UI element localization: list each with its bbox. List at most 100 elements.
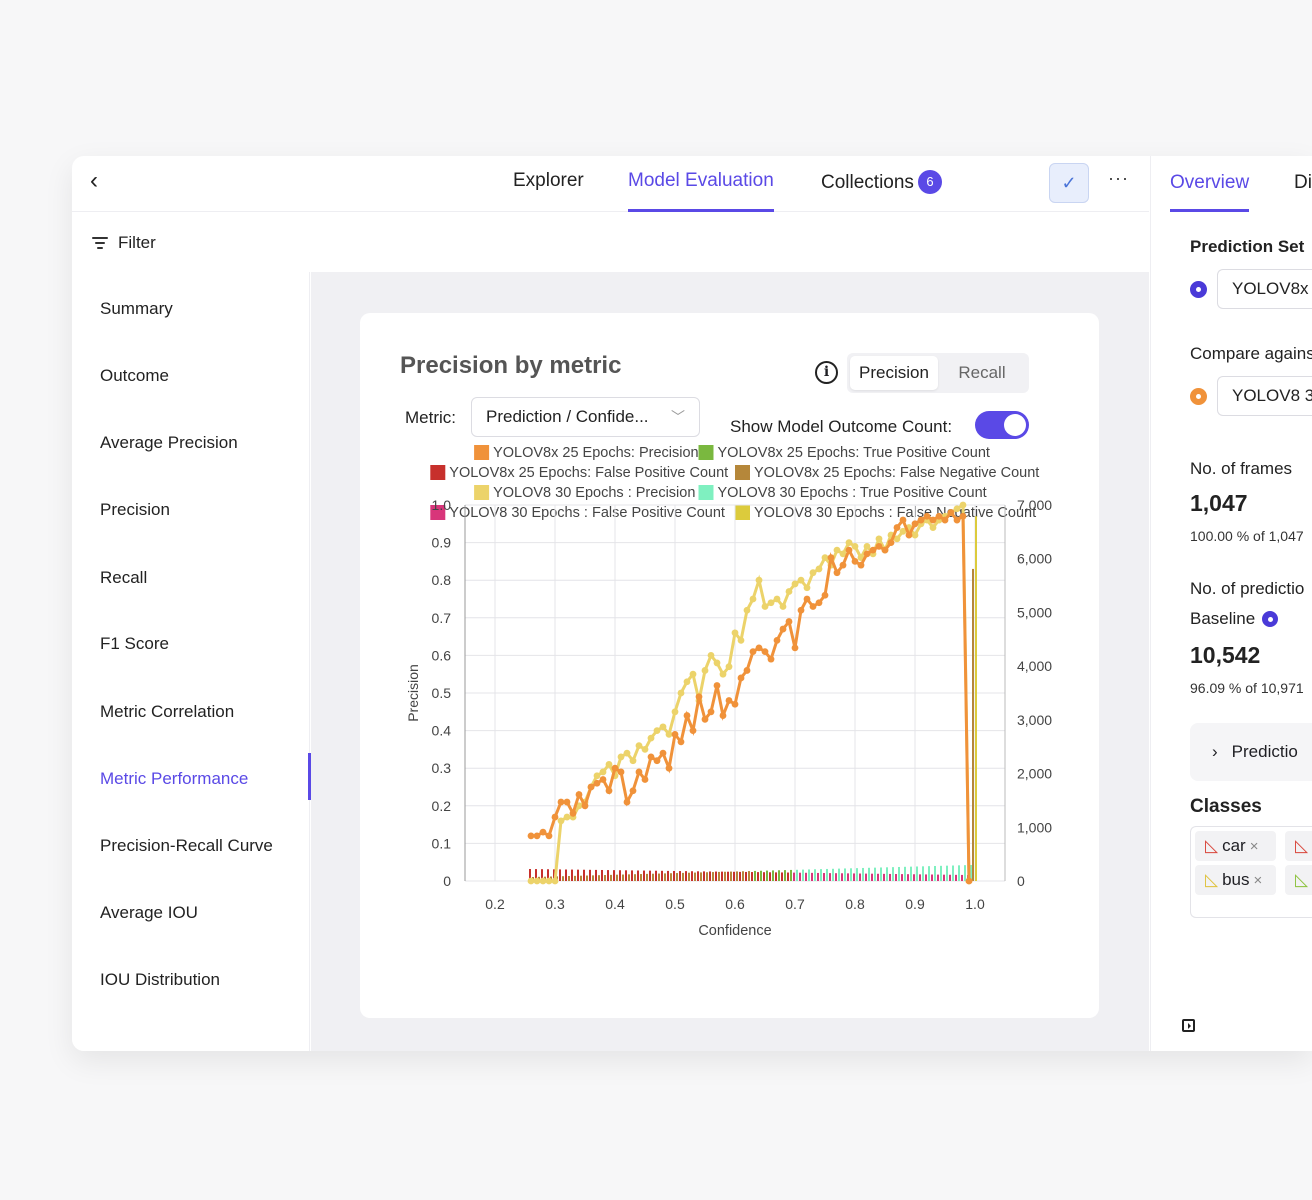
series-point xyxy=(539,828,547,836)
count-bar xyxy=(565,869,567,881)
count-bar xyxy=(682,872,684,881)
count-bar xyxy=(583,869,585,881)
count-bar xyxy=(754,870,756,881)
class-chip-bus[interactable]: ◺ bus × xyxy=(1195,865,1276,895)
checkmark-button[interactable]: ✓ xyxy=(1049,163,1089,203)
prediction-set-radio[interactable] xyxy=(1190,281,1207,298)
close-icon[interactable]: × xyxy=(1250,838,1259,855)
count-bar xyxy=(688,872,690,881)
series-point xyxy=(875,542,883,550)
class-chip-car[interactable]: ◺ car × xyxy=(1195,831,1276,861)
count-bar xyxy=(760,870,762,881)
class-chip[interactable]: ◺ xyxy=(1285,865,1312,895)
count-bar xyxy=(703,871,705,881)
count-bar xyxy=(733,871,735,881)
info-icon[interactable]: i xyxy=(815,361,838,384)
more-options-icon[interactable]: ··· xyxy=(1108,168,1129,189)
collapse-panel-icon[interactable] xyxy=(1182,1019,1195,1032)
series-point xyxy=(593,779,601,787)
sidebar-item-recall[interactable]: Recall xyxy=(100,568,147,588)
segment-recall[interactable]: Recall xyxy=(938,356,1026,390)
series-point xyxy=(707,652,715,659)
count-bar xyxy=(622,874,624,881)
sidebar-item-metric-correlation[interactable]: Metric Correlation xyxy=(100,702,234,722)
tab-model-evaluation[interactable]: Model Evaluation xyxy=(628,170,774,212)
tab-details[interactable]: Di xyxy=(1294,172,1312,194)
back-icon[interactable]: ‹ xyxy=(90,169,114,194)
y-tick-label: 0 xyxy=(443,873,451,889)
class-label: bus xyxy=(1222,870,1250,889)
x-tick-label: 0.3 xyxy=(545,896,565,912)
series-point xyxy=(659,749,667,757)
count-bar xyxy=(892,867,894,881)
baseline-label: Baseline xyxy=(1190,609,1255,629)
metric-select[interactable]: Prediction / Confide... ﹀ xyxy=(471,397,700,437)
series-point xyxy=(947,509,955,516)
prediction-set-select[interactable]: YOLOV8x xyxy=(1217,269,1312,309)
compare-radio[interactable] xyxy=(1190,388,1207,405)
sidebar-item-average-iou[interactable]: Average IOU xyxy=(100,903,198,923)
count-bar xyxy=(718,871,720,881)
frames-label: No. of frames xyxy=(1190,459,1293,478)
count-bar xyxy=(784,870,786,881)
count-bar xyxy=(949,874,951,881)
sidebar-item-precision[interactable]: Precision xyxy=(100,500,170,520)
segment-precision[interactable]: Precision xyxy=(850,356,938,390)
series-point xyxy=(689,727,697,734)
sidebar-item-average-precision[interactable]: Average Precision xyxy=(100,433,238,453)
sidebar-item-f1-score[interactable]: F1 Score xyxy=(100,634,169,654)
count-bar xyxy=(880,867,882,881)
series-point xyxy=(911,520,919,528)
series-point xyxy=(695,693,703,701)
count-bar xyxy=(772,870,774,881)
class-chip[interactable]: ◺ xyxy=(1285,831,1312,861)
series-point xyxy=(821,591,829,599)
count-bar xyxy=(721,871,723,881)
series-point xyxy=(803,584,811,592)
tab-collections[interactable]: Collections 6 xyxy=(821,170,942,212)
legend-label: YOLOV8 30 Epochs : Precision xyxy=(493,485,695,501)
series-point xyxy=(533,832,541,840)
series-point xyxy=(845,539,853,546)
sidebar-item-summary[interactable]: Summary xyxy=(100,299,173,319)
collections-count-badge: 6 xyxy=(917,170,942,194)
series-point xyxy=(725,697,733,704)
count-bar xyxy=(811,872,813,881)
series-point xyxy=(833,569,841,577)
count-bar xyxy=(751,872,753,881)
sidebar-item-metric-performance[interactable]: Metric Performance xyxy=(100,769,248,789)
sidebar-item-precision-recall-curve[interactable]: Precision-Recall Curve xyxy=(100,836,273,856)
prediction-expander[interactable]: › Predictio xyxy=(1190,723,1312,781)
outcome-count-toggle[interactable] xyxy=(975,411,1029,439)
count-bar xyxy=(763,872,765,881)
tab-explorer[interactable]: Explorer xyxy=(513,170,584,212)
series-point xyxy=(953,516,961,524)
series-point xyxy=(905,531,913,539)
compare-select[interactable]: YOLOV8 3 xyxy=(1217,376,1312,416)
tab-overview[interactable]: Overview xyxy=(1170,172,1250,212)
count-bar xyxy=(850,868,852,881)
series-point xyxy=(773,636,781,644)
series-point xyxy=(785,618,793,625)
y-tick-label: 0.2 xyxy=(432,798,452,814)
count-bar xyxy=(826,868,828,881)
sidebar-item-outcome[interactable]: Outcome xyxy=(100,366,169,386)
series-point xyxy=(665,730,673,738)
y-tick-label: 0.5 xyxy=(432,685,452,701)
legend-label: YOLOV8x 25 Epochs: Precision xyxy=(493,445,699,461)
x-tick-label: 0.5 xyxy=(665,896,685,912)
series-point xyxy=(845,546,853,554)
count-bar xyxy=(694,872,696,881)
sidebar-item-iou-distribution[interactable]: IOU Distribution xyxy=(100,970,220,990)
series-point xyxy=(863,550,871,558)
count-bar xyxy=(730,871,732,881)
series-point xyxy=(671,730,679,738)
count-bar xyxy=(820,869,822,881)
filter-button[interactable]: Filter xyxy=(92,233,156,253)
count-bar xyxy=(604,875,606,881)
triangle-icon: ◺ xyxy=(1295,836,1309,855)
count-bar xyxy=(922,866,924,881)
series-point xyxy=(779,603,787,610)
close-icon[interactable]: × xyxy=(1254,872,1263,889)
count-bar xyxy=(766,870,768,881)
